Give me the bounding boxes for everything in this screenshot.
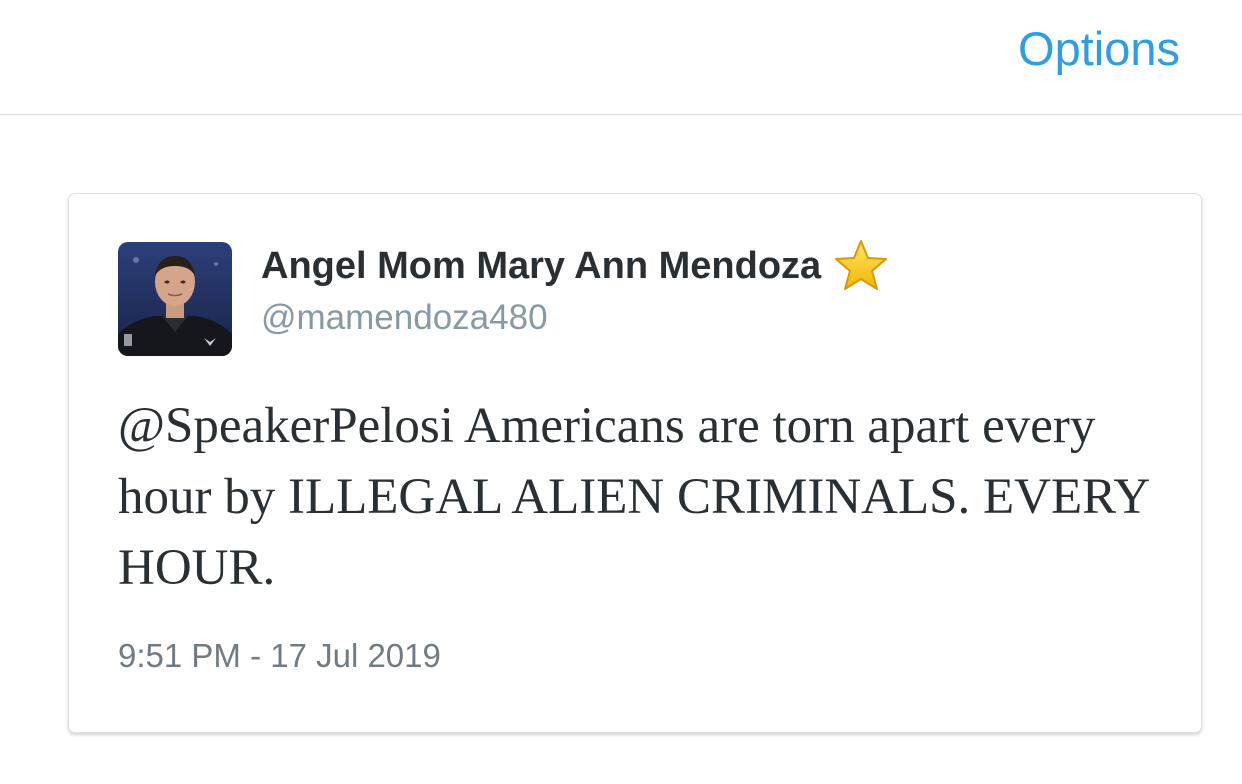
- tweet-timestamp[interactable]: 9:51 PM - 17 Jul 2019: [118, 637, 441, 675]
- avatar[interactable]: [118, 242, 232, 356]
- author-handle[interactable]: @mamendoza480: [261, 298, 1161, 338]
- author-name[interactable]: Angel Mom Mary Ann Mendoza: [261, 245, 821, 288]
- top-bar: Options: [0, 0, 1242, 115]
- tweet-text: @SpeakerPelosi Americans are torn apart …: [118, 398, 1149, 596]
- options-button[interactable]: Options: [1018, 22, 1180, 76]
- author-block: Angel Mom Mary Ann Mendoza @mamendoza480: [261, 238, 1161, 338]
- author-name-row: Angel Mom Mary Ann Mendoza: [261, 238, 1161, 294]
- tweet-card: Angel Mom Mary Ann Mendoza @mamendoza480…: [68, 193, 1202, 733]
- star-icon: [833, 238, 889, 294]
